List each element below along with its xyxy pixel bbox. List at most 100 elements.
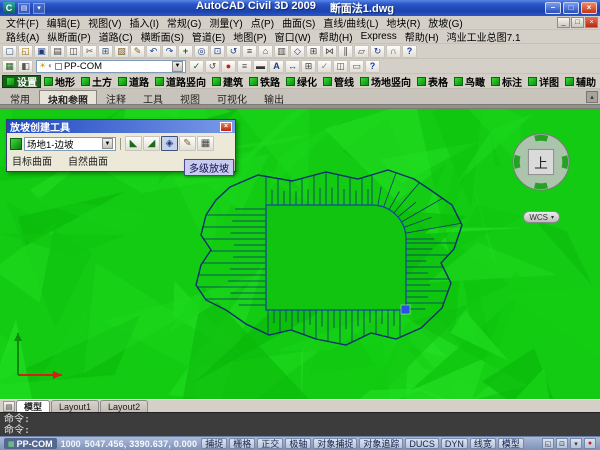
menu-item[interactable]: 测量(Y)	[205, 15, 246, 30]
properties-icon[interactable]	[242, 45, 257, 58]
standards-icon[interactable]	[317, 60, 332, 73]
table-icon[interactable]	[306, 45, 321, 58]
status-toggle-button[interactable]: 对象追踪	[359, 438, 403, 449]
view-compass[interactable]: 上	[510, 131, 572, 193]
offset-icon[interactable]	[338, 45, 353, 58]
help-icon[interactable]	[402, 45, 417, 58]
status-toggle-button[interactable]: 正交	[257, 438, 283, 449]
target-surface-value[interactable]: 自然曲面	[68, 153, 108, 168]
palette-close-icon[interactable]	[220, 122, 232, 132]
menu-item[interactable]: 帮助(H)	[315, 29, 357, 44]
ribbon-tab[interactable]: 块和参照	[39, 90, 97, 104]
hongye-menu-item[interactable]: 绿化	[283, 75, 320, 88]
hongye-menu-item[interactable]: 道路	[115, 75, 152, 88]
hongye-menu-item[interactable]: 土方	[78, 75, 115, 88]
hongye-menu-item[interactable]: 地形	[41, 75, 78, 88]
layerprev-icon[interactable]	[205, 60, 220, 73]
hongye-menu-item[interactable]: 场地竖向	[357, 75, 414, 88]
status-toggle-button[interactable]: 捕捉	[201, 438, 227, 449]
help-icon[interactable]	[365, 60, 380, 73]
pan-icon[interactable]	[178, 45, 193, 58]
menu-item[interactable]: 窗口(W)	[271, 29, 315, 44]
palettes-icon[interactable]	[274, 45, 289, 58]
grip-point[interactable]	[401, 305, 410, 314]
menu-item[interactable]: 管道(E)	[188, 29, 229, 44]
combo-dropdown-arrow-icon[interactable]	[102, 138, 113, 149]
menu-item[interactable]: Express	[357, 31, 401, 42]
save-icon[interactable]	[34, 45, 49, 58]
named-icon[interactable]	[349, 60, 364, 73]
textstyle-icon[interactable]	[269, 60, 284, 73]
paste-icon[interactable]	[114, 45, 129, 58]
status-toggle-button[interactable]: 线宽	[470, 438, 496, 449]
drawing-viewport[interactable]: 上 WCS 放坡创建工具 场地1-边坡 目标曲面 自	[0, 109, 600, 399]
hongye-menu-item[interactable]: 设置	[2, 75, 41, 88]
dimstyle-icon[interactable]	[285, 60, 300, 73]
coordinate-readout[interactable]: 5047.456, 3390.637, 0.000	[85, 439, 198, 449]
menu-item[interactable]: 点(P)	[247, 15, 278, 30]
ribbon-minimize-icon[interactable]	[586, 91, 598, 103]
app-icon[interactable]	[3, 2, 15, 14]
hongye-menu-item[interactable]: 标注	[488, 75, 525, 88]
ribbon-tab[interactable]: 注释	[98, 90, 134, 104]
doc-close-button[interactable]	[585, 17, 598, 28]
menu-item[interactable]: 纵断面(P)	[43, 29, 94, 44]
lineweight-icon[interactable]	[253, 60, 268, 73]
close-button[interactable]	[581, 2, 597, 14]
status-toggle-button[interactable]: 对象捕捉	[313, 438, 357, 449]
doc-minimize-button[interactable]	[557, 17, 570, 28]
titlebar-menu-icon[interactable]	[18, 3, 30, 14]
mirror-icon[interactable]	[322, 45, 337, 58]
status-toggle-button[interactable]: DUCS	[405, 438, 439, 449]
new-icon[interactable]	[2, 45, 17, 58]
erase-icon[interactable]	[354, 45, 369, 58]
open-icon[interactable]	[18, 45, 33, 58]
menu-item[interactable]: 常规(G)	[163, 15, 205, 30]
ribbon-tab[interactable]: 输出	[256, 90, 292, 104]
menu-item[interactable]: 横断面(S)	[137, 29, 188, 44]
menu-item[interactable]: 曲面(S)	[278, 15, 319, 30]
linetype-icon[interactable]	[237, 60, 252, 73]
makecurrent-icon[interactable]	[189, 60, 204, 73]
hongye-menu-item[interactable]: 铁路	[246, 75, 283, 88]
doc-restore-button[interactable]	[571, 17, 584, 28]
menu-item[interactable]: 鸿业工业总图7.1	[443, 29, 525, 44]
ribbon-tab[interactable]: 视图	[172, 90, 208, 104]
annotation-visibility-icon[interactable]	[556, 438, 568, 449]
layout-tab[interactable]: Layout2	[100, 400, 148, 412]
color-icon[interactable]	[221, 60, 236, 73]
command-window[interactable]: 命令:命令:	[0, 412, 600, 436]
tablestyle-icon[interactable]	[301, 60, 316, 73]
create-grading-icon[interactable]	[125, 136, 142, 151]
menu-item[interactable]: 道路(C)	[95, 29, 137, 44]
cut-icon[interactable]	[82, 45, 97, 58]
undo-icon[interactable]	[146, 45, 161, 58]
ribbon-tab[interactable]: 常用	[2, 90, 38, 104]
multi-grading-icon[interactable]	[161, 136, 178, 151]
layer-dropdown-arrow-icon[interactable]	[172, 61, 183, 72]
layerprops-icon[interactable]	[2, 60, 17, 73]
hongye-menu-item[interactable]: 建筑	[209, 75, 246, 88]
layerstate-icon[interactable]	[18, 60, 33, 73]
zoomwin-icon[interactable]	[210, 45, 225, 58]
designcenter-icon[interactable]	[258, 45, 273, 58]
status-toggle-button[interactable]: DYN	[441, 438, 468, 449]
minimize-button[interactable]	[545, 2, 561, 14]
hongye-menu-item[interactable]: 表格	[414, 75, 451, 88]
layer-status-chip[interactable]: PP-COM	[4, 438, 57, 449]
edit-grading-icon[interactable]	[179, 136, 196, 151]
block-icon[interactable]	[290, 45, 305, 58]
menu-item[interactable]: 路线(A)	[2, 29, 43, 44]
grading-volume-icon[interactable]	[197, 136, 214, 151]
plot-icon[interactable]	[50, 45, 65, 58]
layout-tab[interactable]: 模型	[16, 400, 50, 412]
matchprops-icon[interactable]	[130, 45, 145, 58]
create-infill-icon[interactable]	[143, 136, 160, 151]
menu-item[interactable]: 文件(F)	[2, 15, 43, 30]
maximize-button[interactable]	[563, 2, 579, 14]
redo-icon[interactable]	[162, 45, 177, 58]
fillet-icon[interactable]	[386, 45, 401, 58]
menu-item[interactable]: 地图(P)	[229, 29, 270, 44]
annotation-scale-icon[interactable]	[542, 438, 554, 449]
viewports-icon[interactable]	[333, 60, 348, 73]
